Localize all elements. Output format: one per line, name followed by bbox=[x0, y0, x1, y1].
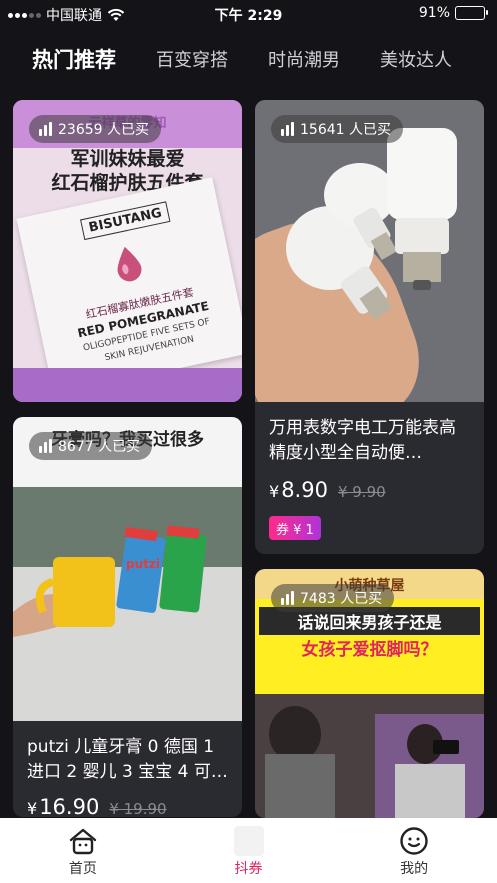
tab-beauty[interactable]: 美妆达人 bbox=[380, 46, 452, 72]
price-row: ¥16.90 ¥ 19.90 bbox=[27, 795, 167, 817]
coupon-icon bbox=[233, 826, 265, 856]
home-icon bbox=[69, 828, 97, 855]
product-image-skincare: 云祥草的零知 军训妹妹最爱 红石榴护肤五件套 BISUTANG 红石榴寡肽嫩肤五… bbox=[13, 100, 242, 402]
image-headline-1: 军训妹妹最爱 bbox=[70, 148, 185, 170]
product-box: BISUTANG 红石榴寡肽嫩肤五件套 RED POMEGRANATE OLIG… bbox=[16, 177, 242, 395]
product-card-toothpaste[interactable]: 牙膏吗？我买过很多 putzi 8677 人已买 putzi 儿童牙膏 0 德国… bbox=[13, 417, 242, 817]
nav-coupon-label: 抖券 bbox=[234, 861, 263, 877]
current-price: ¥16.90 bbox=[27, 795, 99, 817]
nav-mine-label: 我的 bbox=[400, 861, 429, 877]
product-card-video[interactable]: 小萌种草屋 话说回来男孩子还是 女孩子爱抠脚吗？ 7483 人已买 bbox=[255, 569, 484, 818]
product-card-bulbs[interactable]: 15641 人已买 万用表数字电工万能表高精度小型全自动便… ¥8.90 ¥ 9… bbox=[255, 100, 484, 554]
nav-home-label: 首页 bbox=[68, 861, 97, 877]
nav-coupon[interactable]: 抖券 bbox=[166, 818, 332, 883]
product-image-toothpaste: 牙膏吗？我买过很多 putzi bbox=[13, 417, 242, 721]
bar-chart-icon bbox=[281, 122, 294, 136]
image-footer-band bbox=[13, 368, 242, 402]
price-value: 8.90 bbox=[281, 478, 328, 502]
original-price: ¥ 9.90 bbox=[337, 483, 386, 501]
bar-chart-icon bbox=[39, 122, 52, 136]
sold-count: 23659 人已买 bbox=[58, 122, 149, 138]
bulbs-illustration bbox=[286, 128, 457, 320]
tab-hot-recommend[interactable]: 热门推荐 bbox=[32, 44, 116, 74]
bar-chart-icon bbox=[281, 591, 294, 605]
sold-count: 15641 人已买 bbox=[300, 122, 391, 138]
category-tabs: 热门推荐 百变穿搭 时尚潮男 美妆达人 bbox=[0, 28, 497, 90]
original-price: ¥ 19.90 bbox=[109, 800, 167, 817]
tab-mens-fashion[interactable]: 时尚潮男 bbox=[268, 46, 340, 72]
sold-count: 8677 人已买 bbox=[58, 439, 141, 455]
product-title: putzi 儿童牙膏 0 德国 1 进口 2 婴儿 3 宝宝 4 可… bbox=[27, 737, 228, 782]
image-headline-2: 女孩子爱抠脚吗？ bbox=[301, 640, 438, 660]
nav-mine[interactable]: 我的 bbox=[331, 818, 497, 883]
brand-label: BISUTANG bbox=[80, 201, 171, 241]
sold-count-badge: 8677 人已买 bbox=[29, 432, 153, 460]
price-row: ¥8.90 ¥ 9.90 bbox=[269, 478, 386, 502]
sold-count-badge: 23659 人已买 bbox=[29, 115, 161, 143]
sold-count-badge: 7483 人已买 bbox=[271, 584, 395, 612]
nav-home[interactable]: 首页 bbox=[0, 818, 166, 883]
status-bar: 中国联通 下午 2:29 91% bbox=[0, 0, 497, 28]
toothpaste-brand: putzi bbox=[126, 557, 160, 571]
product-image-bulbs bbox=[255, 100, 484, 402]
product-title: 万用表数字电工万能表高精度小型全自动便… bbox=[269, 418, 456, 463]
sold-count: 7483 人已买 bbox=[300, 591, 383, 607]
battery-icon bbox=[455, 6, 488, 20]
bottom-nav: 首页 抖券 我的 bbox=[0, 818, 497, 883]
sold-count-badge: 15641 人已买 bbox=[271, 115, 403, 143]
currency-symbol: ¥ bbox=[27, 799, 38, 817]
tab-outfits[interactable]: 百变穿搭 bbox=[156, 46, 228, 72]
droplet-icon bbox=[117, 246, 142, 282]
bar-chart-icon bbox=[39, 439, 52, 453]
current-price: ¥8.90 bbox=[269, 478, 328, 502]
currency-symbol: ¥ bbox=[269, 482, 280, 501]
app-screen: 中国联通 下午 2:29 91% 热门推荐 百变穿搭 时尚潮男 美妆达人 云祥草… bbox=[0, 0, 497, 883]
status-right: 91% bbox=[418, 5, 488, 21]
smiley-face-icon bbox=[400, 827, 428, 855]
price-value: 16.90 bbox=[39, 795, 100, 817]
video-scene-illustration bbox=[255, 694, 484, 818]
product-card-skincare[interactable]: 云祥草的零知 军训妹妹最爱 红石榴护肤五件套 BISUTANG 红石榴寡肽嫩肤五… bbox=[13, 100, 242, 402]
battery-percent: 91% bbox=[418, 5, 450, 21]
coupon-badge[interactable]: 券 ¥ 1 bbox=[269, 516, 321, 540]
